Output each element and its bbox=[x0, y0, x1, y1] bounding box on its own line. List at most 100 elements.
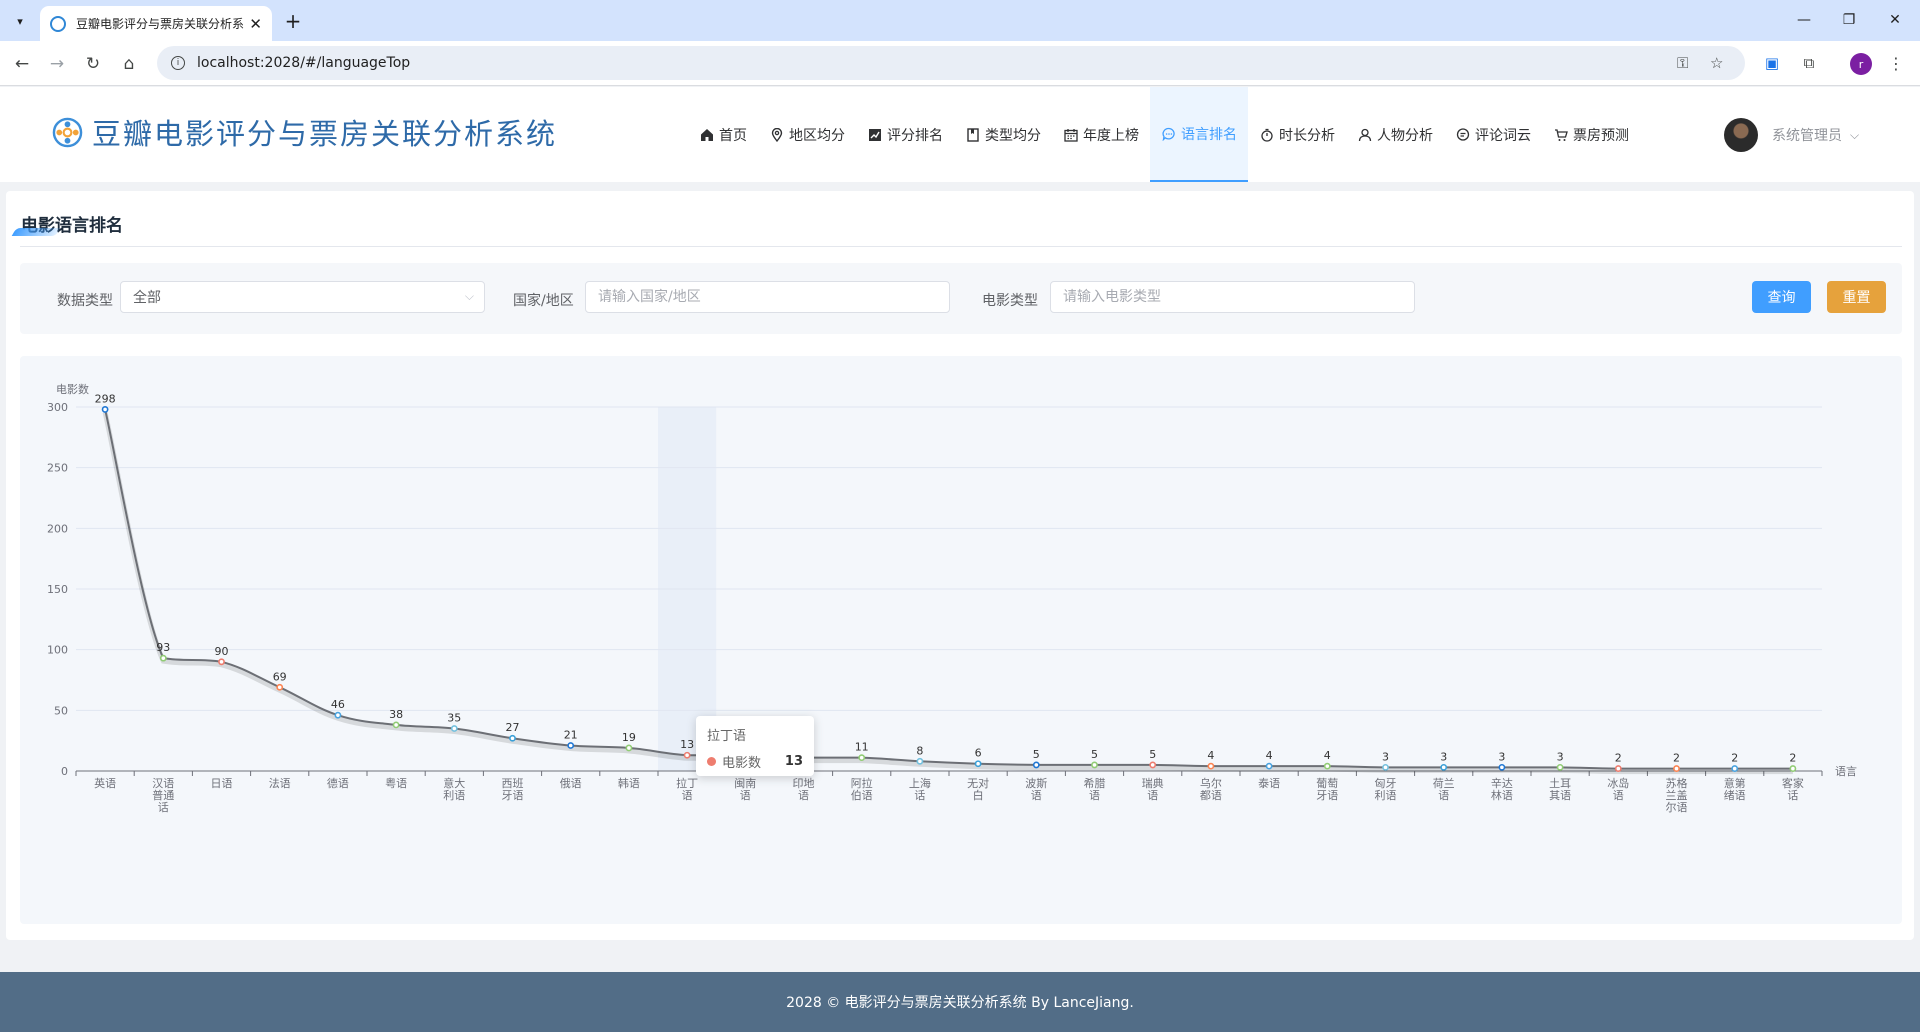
chevron-down-icon[interactable]: ⌵ bbox=[1850, 128, 1859, 143]
extensions-puzzle-icon[interactable]: ⧉ bbox=[1797, 51, 1821, 75]
x-tick-label: 意大利语 bbox=[443, 776, 465, 802]
data-point bbox=[334, 711, 342, 719]
browser-tab-active[interactable]: 豆瓣电影评分与票房关联分析系 ✕ bbox=[40, 6, 272, 41]
data-value-label: 5 bbox=[1091, 748, 1098, 761]
browser-menu-icon[interactable]: ⋮ bbox=[1884, 51, 1908, 75]
data-value-label: 2 bbox=[1615, 752, 1622, 765]
x-tick-label: 无对白 bbox=[967, 776, 989, 802]
home-page-icon[interactable]: ⌂ bbox=[115, 50, 143, 78]
filter-panel: 数据类型 全部 ⌵ 国家/地区 电影类型 查询 重置 bbox=[20, 263, 1902, 334]
nav-item-boxoffice-forecast[interactable]: 票房预测 bbox=[1542, 87, 1640, 182]
new-tab-button[interactable]: + bbox=[280, 8, 306, 34]
x-tick-label: 荷兰语 bbox=[1433, 777, 1455, 802]
query-button[interactable]: 查询 bbox=[1752, 281, 1811, 313]
data-value-label: 4 bbox=[1324, 749, 1331, 762]
data-point bbox=[1265, 762, 1273, 770]
y-tick-label: 50 bbox=[54, 704, 68, 717]
notebook-icon bbox=[965, 127, 980, 142]
region-input[interactable] bbox=[585, 281, 950, 313]
tab-close-icon[interactable]: ✕ bbox=[249, 15, 262, 33]
data-value-label: 3 bbox=[1498, 750, 1505, 763]
tab-search-chevron-icon[interactable]: ▾ bbox=[8, 9, 32, 33]
site-info-icon[interactable]: i bbox=[171, 56, 185, 70]
password-key-icon[interactable]: ⚿ bbox=[1677, 46, 1688, 80]
data-value-label: 298 bbox=[95, 392, 116, 405]
genre-input[interactable] bbox=[1050, 281, 1415, 313]
data-point bbox=[916, 757, 924, 765]
favicon-icon bbox=[50, 15, 66, 32]
nav-item-home[interactable]: 首页 bbox=[688, 87, 758, 182]
data-value-label: 19 bbox=[622, 731, 636, 744]
avatar[interactable] bbox=[1724, 118, 1758, 152]
nav-item-genre-score[interactable]: 类型均分 bbox=[954, 87, 1052, 182]
language-line-chart[interactable]: 0 50 100 150 200 250 300 电影数语言英语 汉语普通话 日语 法语 德语 粤语 意大… bbox=[20, 356, 1902, 924]
x-tick-label: 客家话 bbox=[1782, 776, 1804, 802]
x-tick-label: 瑞典语 bbox=[1142, 776, 1164, 802]
data-point bbox=[392, 721, 400, 729]
profile-avatar[interactable]: r bbox=[1850, 53, 1872, 75]
x-tick-label: 俄语 bbox=[560, 777, 582, 790]
minimize-icon[interactable]: — bbox=[1789, 8, 1819, 32]
data-type-value: 全部 bbox=[133, 290, 161, 306]
nav-label: 年度上榜 bbox=[1083, 127, 1139, 144]
url-text[interactable]: localhost:2028/#/languageTop bbox=[197, 55, 410, 71]
window-close-icon[interactable]: ✕ bbox=[1880, 8, 1910, 32]
nav-label: 人物分析 bbox=[1377, 127, 1433, 144]
x-tick-label: 土耳其语 bbox=[1549, 777, 1571, 802]
x-tick-label: 阿拉伯语 bbox=[851, 776, 873, 802]
top-nav-menu: 首页 地区均分 评分排名 类型均分 年度上榜 语言排名 时长分析 人物分析 评论… bbox=[688, 87, 1640, 182]
nav-item-score-rank[interactable]: 评分排名 bbox=[856, 87, 954, 182]
nav-item-language-rank[interactable]: 语言排名 bbox=[1150, 87, 1248, 182]
data-point bbox=[276, 683, 284, 691]
x-axis-name: 语言 bbox=[1835, 765, 1857, 778]
browser-toolbar: ← → ↻ ⌂ i localhost:2028/#/languageTop ⚿… bbox=[0, 41, 1920, 86]
nav-item-people[interactable]: 人物分析 bbox=[1346, 87, 1444, 182]
nav-label: 地区均分 bbox=[789, 127, 845, 144]
data-value-label: 93 bbox=[156, 641, 170, 654]
nav-label: 语言排名 bbox=[1181, 126, 1237, 143]
data-point bbox=[509, 734, 516, 742]
data-point bbox=[1673, 765, 1680, 772]
x-tick-label: 希腊语 bbox=[1084, 776, 1106, 802]
data-value-label: 27 bbox=[506, 721, 520, 734]
address-bar[interactable]: i localhost:2028/#/languageTop ⚿ ☆ bbox=[157, 46, 1745, 80]
restore-icon[interactable]: ❐ bbox=[1834, 8, 1864, 32]
x-tick-label: 拉丁语 bbox=[676, 776, 698, 802]
x-tick-label: 意第绪语 bbox=[1724, 776, 1746, 802]
extension-icon[interactable]: ▣ bbox=[1760, 51, 1784, 75]
data-value-label: 3 bbox=[1557, 750, 1564, 763]
data-value-label: 11 bbox=[855, 741, 869, 754]
x-tick-label: 乌尔都语 bbox=[1200, 776, 1222, 802]
x-tick-label: 葡萄牙语 bbox=[1316, 777, 1338, 802]
user-dropdown[interactable]: 系统管理员 ⌵ bbox=[1724, 118, 1859, 152]
data-type-select[interactable]: 全部 ⌵ bbox=[120, 281, 485, 313]
data-value-label: 3 bbox=[1440, 750, 1447, 763]
title-accent-decoration bbox=[11, 228, 61, 236]
data-point bbox=[1556, 763, 1564, 771]
data-type-label: 数据类型 bbox=[57, 293, 113, 309]
x-tick-label: 西班牙语 bbox=[502, 777, 524, 802]
nav-item-wordcloud[interactable]: 评论词云 bbox=[1444, 87, 1542, 182]
nav-label: 类型均分 bbox=[985, 127, 1041, 144]
x-tick-label: 粤语 bbox=[385, 776, 407, 790]
user-name[interactable]: 系统管理员 bbox=[1772, 125, 1842, 145]
nav-item-yearly-list[interactable]: 年度上榜 bbox=[1052, 87, 1150, 182]
data-point bbox=[1149, 761, 1157, 769]
x-tick-label: 波斯语 bbox=[1025, 777, 1047, 802]
x-tick-label: 汉语普通话 bbox=[152, 777, 174, 814]
nav-label: 首页 bbox=[719, 127, 747, 144]
chart-panel: 0 50 100 150 200 250 300 电影数 语言 英语 汉语普通话 日语 法语 德语 粤语 意大… bbox=[20, 356, 1902, 924]
forward-icon[interactable]: → bbox=[43, 50, 71, 78]
browser-tabstrip: ▾ 豆瓣电影评分与票房关联分析系 ✕ + — ❐ ✕ bbox=[0, 0, 1920, 41]
nav-item-duration[interactable]: 时长分析 bbox=[1248, 87, 1346, 182]
back-icon[interactable]: ← bbox=[8, 50, 36, 78]
nav-item-region-score[interactable]: 地区均分 bbox=[758, 87, 856, 182]
reload-icon[interactable]: ↻ bbox=[79, 50, 107, 78]
bookmark-star-icon[interactable]: ☆ bbox=[1710, 46, 1723, 80]
chat-icon bbox=[1161, 126, 1176, 141]
tooltip-value: 13 bbox=[784, 754, 803, 769]
x-tick-label: 德语 bbox=[327, 776, 349, 790]
reset-button[interactable]: 重置 bbox=[1827, 281, 1886, 313]
data-point bbox=[974, 760, 982, 768]
y-tick-label: 0 bbox=[61, 765, 68, 778]
